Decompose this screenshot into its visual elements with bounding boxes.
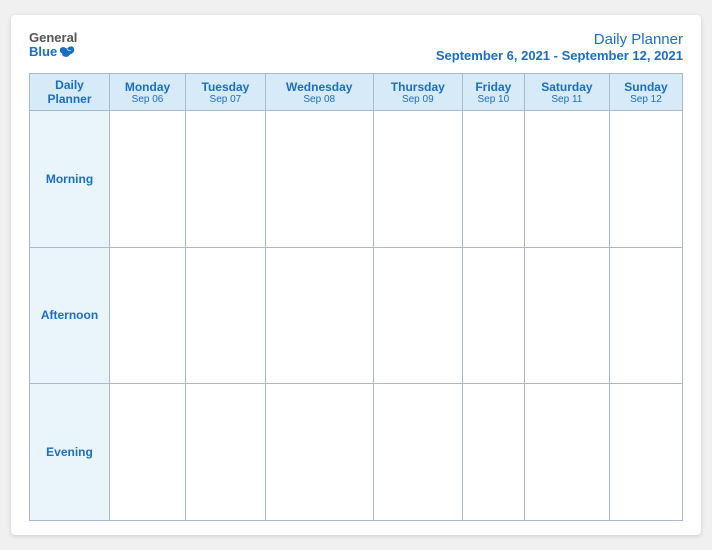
afternoon-sunday[interactable]	[609, 247, 682, 384]
header-friday: Friday Sep 10	[462, 74, 524, 111]
row-evening: Evening	[30, 384, 683, 521]
afternoon-monday[interactable]	[110, 247, 186, 384]
header-planner-text: Planner	[32, 92, 107, 106]
evening-label: Evening	[30, 384, 110, 521]
morning-label: Morning	[30, 111, 110, 248]
afternoon-thursday[interactable]	[373, 247, 462, 384]
evening-monday[interactable]	[110, 384, 186, 521]
afternoon-tuesday[interactable]	[186, 247, 266, 384]
title-area: Daily Planner September 6, 2021 - Septem…	[436, 31, 683, 63]
evening-tuesday[interactable]	[186, 384, 266, 521]
logo-bird-icon	[59, 45, 75, 59]
header-daily-text: Daily	[32, 78, 107, 92]
header-row: Daily Planner Monday Sep 06 Tuesday Sep …	[30, 74, 683, 111]
afternoon-label: Afternoon	[30, 247, 110, 384]
morning-wednesday[interactable]	[265, 111, 373, 248]
planner-table: Daily Planner Monday Sep 06 Tuesday Sep …	[29, 73, 683, 521]
morning-friday[interactable]	[462, 111, 524, 248]
morning-tuesday[interactable]	[186, 111, 266, 248]
logo-blue-text: Blue	[29, 45, 75, 59]
afternoon-friday[interactable]	[462, 247, 524, 384]
top-header: General Blue Daily Planner September 6, …	[29, 31, 683, 63]
evening-wednesday[interactable]	[265, 384, 373, 521]
logo-area: General Blue	[29, 31, 77, 60]
afternoon-wednesday[interactable]	[265, 247, 373, 384]
row-morning: Morning	[30, 111, 683, 248]
header-saturday: Saturday Sep 11	[524, 74, 609, 111]
header-thursday: Thursday Sep 09	[373, 74, 462, 111]
header-label-col: Daily Planner	[30, 74, 110, 111]
header-wednesday: Wednesday Sep 08	[265, 74, 373, 111]
header-sunday: Sunday Sep 12	[609, 74, 682, 111]
header-monday: Monday Sep 06	[110, 74, 186, 111]
afternoon-saturday[interactable]	[524, 247, 609, 384]
evening-thursday[interactable]	[373, 384, 462, 521]
evening-friday[interactable]	[462, 384, 524, 521]
row-afternoon: Afternoon	[30, 247, 683, 384]
morning-monday[interactable]	[110, 111, 186, 248]
morning-saturday[interactable]	[524, 111, 609, 248]
page: General Blue Daily Planner September 6, …	[11, 15, 701, 535]
evening-sunday[interactable]	[609, 384, 682, 521]
title-main: Daily Planner	[436, 31, 683, 48]
header-tuesday: Tuesday Sep 07	[186, 74, 266, 111]
title-sub: September 6, 2021 - September 12, 2021	[436, 48, 683, 63]
morning-sunday[interactable]	[609, 111, 682, 248]
logo-general-text: General	[29, 31, 77, 45]
evening-saturday[interactable]	[524, 384, 609, 521]
morning-thursday[interactable]	[373, 111, 462, 248]
